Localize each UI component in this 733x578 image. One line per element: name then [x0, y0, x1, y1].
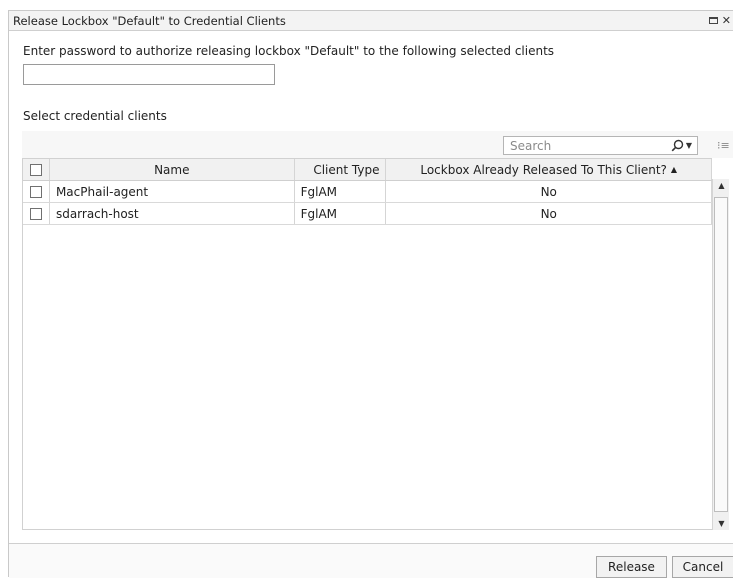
- column-header-client-type-label: Client Type: [313, 162, 380, 177]
- cancel-button[interactable]: Cancel: [672, 556, 733, 578]
- row-select-cell: [23, 203, 50, 224]
- client-name-cell: sdarrach-host: [50, 203, 295, 224]
- column-header-released-label: Lockbox Already Released To This Client?: [420, 162, 667, 177]
- scroll-down-icon[interactable]: ▼: [713, 519, 730, 528]
- search-box: ▼: [503, 136, 698, 155]
- search-icon: [671, 139, 684, 152]
- client-name-cell: MacPhail-agent: [50, 181, 295, 202]
- row-select-cell: [23, 181, 50, 202]
- sort-ascending-icon: ▲: [670, 165, 678, 174]
- chevron-down-icon: ▼: [685, 141, 692, 150]
- row-checkbox[interactable]: [29, 185, 42, 198]
- maximize-icon[interactable]: [708, 17, 718, 24]
- client-type-cell: FglAM: [295, 203, 387, 224]
- close-icon[interactable]: ✕: [722, 15, 731, 26]
- table-row[interactable]: MacPhail-agent FglAM No: [23, 181, 712, 203]
- grid-toolbar: ▼ ⁝≡: [22, 131, 733, 158]
- credential-clients-table: Name Client Type Lockbox Already Release…: [22, 158, 712, 530]
- released-status-cell: No: [386, 181, 712, 202]
- column-header-client-type[interactable]: Client Type: [295, 159, 387, 180]
- column-header-name-label: Name: [154, 162, 190, 177]
- dialog-footer: Release Cancel: [9, 543, 733, 578]
- table-header: Name Client Type Lockbox Already Release…: [23, 159, 712, 181]
- table-scrollbar[interactable]: ▲ ▼: [712, 179, 729, 530]
- scroll-up-icon[interactable]: ▲: [713, 181, 730, 190]
- row-checkbox[interactable]: [29, 207, 42, 220]
- password-prompt: Enter password to authorize releasing lo…: [23, 44, 555, 58]
- release-lockbox-dialog: Release Lockbox "Default" to Credential …: [8, 10, 733, 578]
- dialog-titlebar: Release Lockbox "Default" to Credential …: [9, 11, 733, 31]
- select-all-cell: [23, 159, 50, 180]
- release-button[interactable]: Release: [596, 556, 667, 578]
- table-row[interactable]: sdarrach-host FglAM No: [23, 203, 712, 225]
- column-chooser-icon[interactable]: ⁝≡: [717, 139, 730, 152]
- column-header-name[interactable]: Name: [50, 159, 295, 180]
- released-status-cell: No: [386, 203, 712, 224]
- dialog-title: Release Lockbox "Default" to Credential …: [13, 13, 286, 28]
- section-label: Select credential clients: [23, 109, 167, 123]
- column-header-released[interactable]: Lockbox Already Released To This Client?…: [386, 159, 712, 180]
- select-all-checkbox[interactable]: [29, 163, 42, 176]
- password-field[interactable]: [23, 64, 275, 85]
- client-type-cell: FglAM: [295, 181, 387, 202]
- scrollbar-thumb[interactable]: [714, 197, 728, 512]
- search-button[interactable]: ▼: [671, 139, 697, 152]
- search-input[interactable]: [504, 137, 671, 154]
